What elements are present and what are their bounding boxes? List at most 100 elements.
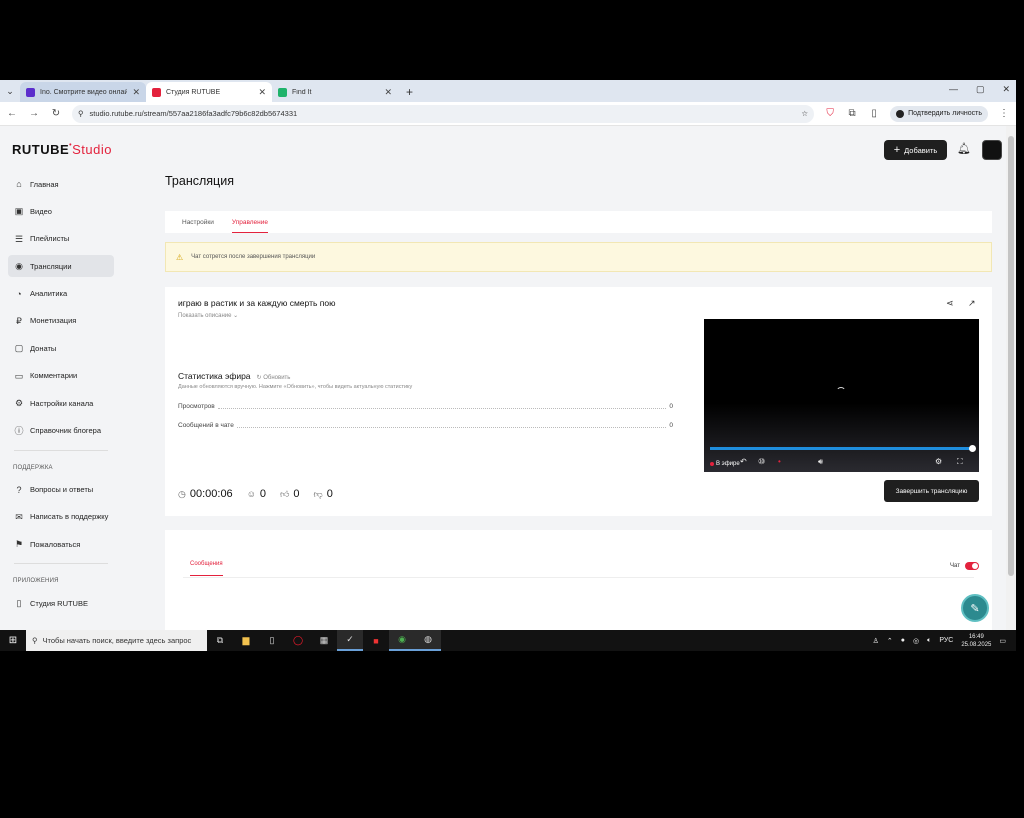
tray-chevron-icon[interactable]: ⌃ — [887, 637, 893, 645]
stream-counters: ◷ 00:00:06 ☺ 0 👍︎ 0 👎︎ 0 — [178, 488, 333, 500]
minimize-icon[interactable]: — — [949, 84, 958, 95]
sidebar-divider — [14, 449, 108, 451]
network-icon[interactable]: ◎ — [913, 637, 919, 645]
sidebar-item-gear[interactable]: ⚙ Настройки канала — [8, 392, 114, 414]
browser-menu-icon[interactable]: ⋮ — [998, 108, 1010, 119]
sidebar-item-question[interactable]: ? Вопросы и ответы — [8, 479, 114, 501]
clock-icon: ◷ — [178, 488, 186, 499]
back-arrow-icon[interactable]: ← — [6, 108, 18, 119]
dotted-leader — [217, 404, 667, 409]
sidebar-item-mail[interactable]: ✉ Написать в поддержку — [8, 506, 114, 528]
settings-gear-icon[interactable]: ⚙ — [935, 457, 942, 466]
question-icon: ? — [16, 484, 22, 495]
verify-identity-button[interactable]: Подтвердить личность — [890, 105, 988, 122]
sidebar-item-analytics[interactable]: ◔ Аналитика — [8, 283, 114, 305]
person-icon[interactable]: ♙ — [873, 637, 879, 645]
stat-value: 0 — [669, 422, 673, 429]
progress-bar[interactable] — [710, 445, 976, 452]
skip-back-icon[interactable]: ↶ — [740, 457, 747, 466]
notifications-bell-icon[interactable]: 🔔︎ — [957, 142, 971, 155]
rutube-studio-logo[interactable]: RUTUBE•Studio — [12, 142, 112, 157]
game-icon[interactable]: ■ — [363, 630, 389, 651]
tab-management[interactable]: Управление — [231, 211, 269, 233]
shield-extension-icon[interactable]: ⛉ — [824, 108, 836, 119]
help-chat-button[interactable]: ✎ — [961, 594, 989, 622]
open-external-icon[interactable]: ↗ — [968, 298, 976, 309]
url-field[interactable]: ⚲ studio.rutube.ru/stream/557aa2186fa3ad… — [72, 104, 815, 123]
maximize-icon[interactable]: ▢ — [976, 84, 985, 95]
end-stream-button[interactable]: Завершить трансляцию — [884, 480, 979, 502]
close-tab-icon[interactable]: ✕ — [132, 87, 140, 98]
sidebar-item-home[interactable]: ⌂ Главная — [8, 173, 114, 195]
clock[interactable]: 16:49 25.08.2025 — [961, 633, 991, 649]
support-heading: ПОДДЕРЖКА — [13, 464, 53, 471]
close-window-icon[interactable]: ✕ — [1002, 84, 1010, 95]
opera-icon[interactable]: ◯ — [285, 630, 311, 651]
tab-messages[interactable]: Сообщения — [190, 561, 223, 576]
steam-icon[interactable]: ✓ — [337, 630, 363, 651]
browser-tab-1[interactable]: Студия RUTUBE ✕ — [146, 82, 272, 102]
tab-title: Студия RUTUBE — [166, 88, 221, 96]
bookmark-star-icon[interactable]: ☆ — [801, 109, 808, 118]
sidepanel-icon[interactable]: ▯ — [868, 108, 880, 119]
sidebar-item-app[interactable]: ▯ Студия RUTUBE — [8, 592, 114, 614]
taskbar-search[interactable]: ⚲ Чтобы начать поиск, введите здесь запр… — [26, 630, 207, 651]
refresh-stats-button[interactable]: ↻ Обновить — [257, 374, 291, 381]
fullscreen-icon[interactable]: ⛶ — [957, 457, 963, 467]
sidebar-item-comments[interactable]: ▭ Комментарии — [8, 365, 114, 387]
video-player[interactable]: В эфире ↶ ⑩ • 🔊︎ ⚙ ⛶ — [704, 319, 979, 472]
mail-icon: ✉ — [15, 511, 23, 522]
user-icon: ☺ — [246, 489, 256, 499]
obs-icon[interactable]: ◍ — [415, 630, 441, 651]
chat-switch[interactable] — [964, 562, 979, 570]
stats-header: Статистика эфира ↻ Обновить — [178, 371, 290, 381]
sidebar-item-flag[interactable]: ⚑ Пожаловаться — [8, 533, 114, 555]
file-explorer-icon[interactable]: ▆ — [233, 630, 259, 651]
show-description-link[interactable]: Показать описание ⌄ — [178, 312, 238, 319]
windows-start-icon[interactable]: ⊞ — [0, 630, 26, 651]
share-icon[interactable]: ⋖ — [946, 298, 954, 309]
language-indicator[interactable]: РУС — [939, 637, 953, 644]
avatar[interactable] — [982, 140, 1002, 160]
volume-icon[interactable]: 🔊︎ — [818, 457, 823, 467]
tab-list-chevron-icon[interactable]: ⌄ — [0, 80, 20, 102]
scrollbar-thumb[interactable] — [1008, 136, 1014, 576]
sidebar-item-label: Аналитика — [30, 289, 68, 299]
sidebar-item-playlist[interactable]: ☰ Плейлисты — [8, 228, 114, 250]
page-title: Трансляция — [165, 174, 234, 188]
warning-text: Чат сотрется после завершения трансляции — [191, 254, 316, 260]
close-tab-icon[interactable]: ✕ — [384, 87, 392, 98]
site-info-icon[interactable]: ⚲ — [78, 109, 84, 118]
likes-counter: 👍︎ 0 — [280, 488, 300, 500]
sidebar-item-broadcast[interactable]: ◉ Трансляции — [8, 255, 114, 278]
chat-toggle[interactable]: Чат — [950, 562, 979, 570]
browser-tab-2[interactable]: Find It ✕ — [272, 82, 398, 102]
new-tab-plus-icon[interactable]: + — [398, 82, 421, 102]
progress-knob[interactable] — [969, 445, 976, 452]
stat-row-messages: Сообщений в чате 0 — [178, 422, 673, 429]
sidebar-item-money[interactable]: ₽ Монетизация — [8, 310, 114, 332]
browser-tab-0[interactable]: Ino. Смотрите видео онлайн ✕ — [20, 82, 146, 102]
rewind-10-icon[interactable]: ⑩ — [758, 457, 765, 466]
task-view-icon[interactable]: ⧉ — [207, 630, 233, 651]
close-tab-icon[interactable]: ✕ — [258, 87, 266, 98]
forward-arrow-icon[interactable]: → — [28, 108, 40, 119]
page-scrollbar[interactable] — [1006, 126, 1016, 630]
volume-tray-icon[interactable]: 🔈︎ — [927, 637, 931, 645]
extensions-puzzle-icon[interactable]: ⧉ — [846, 108, 858, 119]
dislikes-value: 0 — [326, 488, 333, 500]
sidebar-item-donate[interactable]: ▢ Донаты — [8, 337, 114, 359]
notification-icon[interactable]: ▭ — [999, 637, 1006, 645]
document-icon[interactable]: ▯ — [259, 630, 285, 651]
dotted-leader — [236, 423, 667, 428]
window-controls: — ▢ ✕ — [949, 84, 1010, 95]
mic-icon[interactable]: ● — [901, 637, 905, 644]
page-tabs: Настройки Управление — [165, 211, 992, 233]
sidebar-item-video[interactable]: ▣ Видео — [8, 200, 114, 222]
sidebar-item-info[interactable]: ⓘ Справочник блогера — [8, 420, 114, 442]
tab-settings[interactable]: Настройки — [182, 219, 214, 226]
reload-icon[interactable]: ↻ — [50, 108, 62, 119]
calculator-icon[interactable]: ▦ — [311, 630, 337, 651]
add-button[interactable]: + Добавить — [884, 140, 947, 160]
chrome-icon[interactable]: ◉ — [389, 630, 415, 651]
